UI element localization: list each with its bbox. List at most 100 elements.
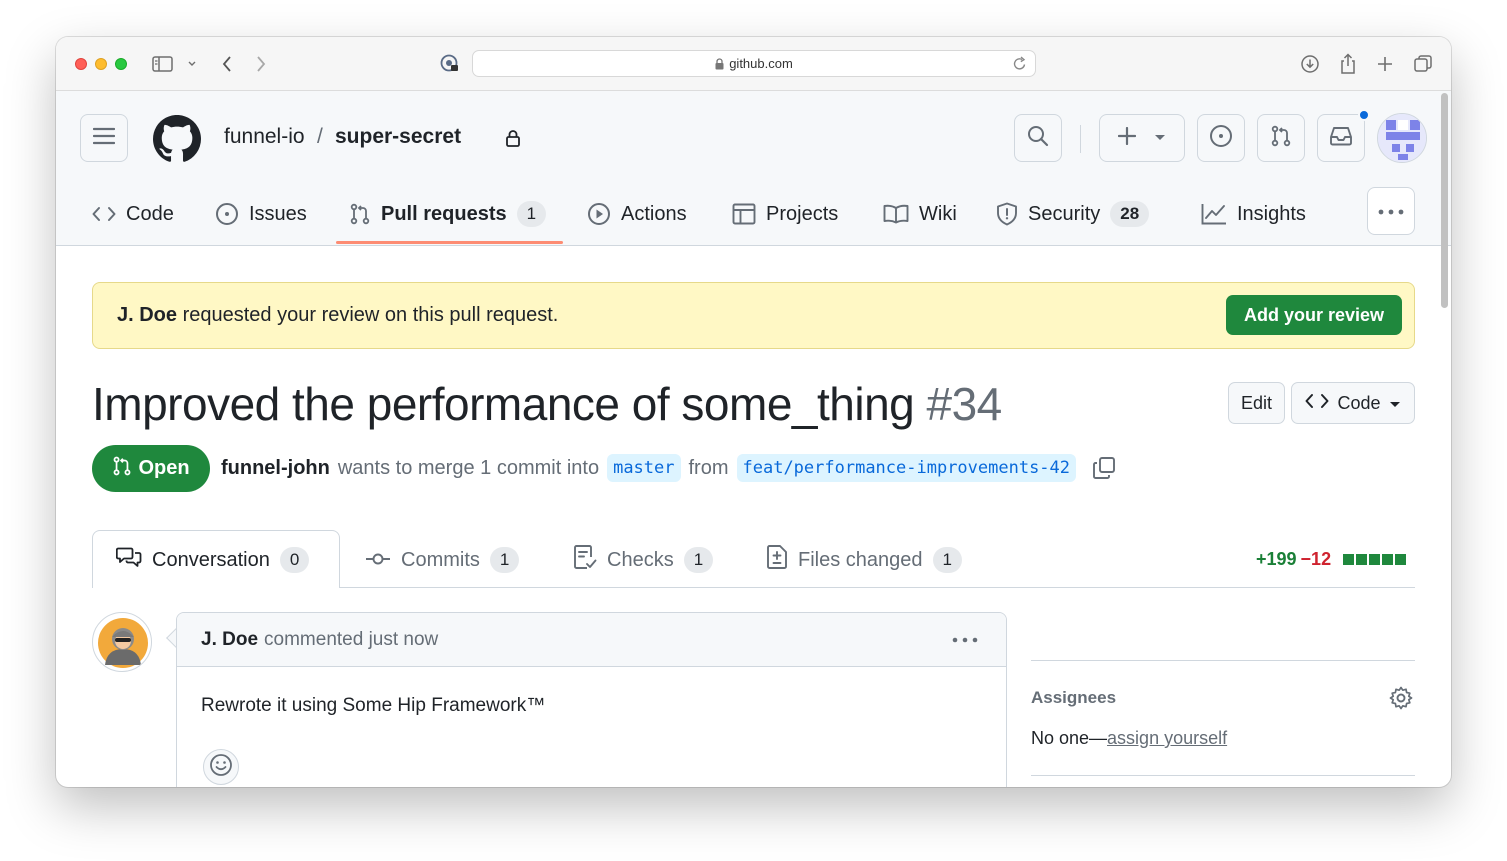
- tab-security[interactable]: Security 28: [996, 195, 1150, 233]
- address-bar[interactable]: github.com: [472, 50, 1036, 77]
- diff-block: [1356, 554, 1368, 565]
- base-branch[interactable]: master: [607, 454, 681, 482]
- share-icon[interactable]: [1335, 51, 1361, 77]
- repo-owner-link[interactable]: funnel-io: [224, 125, 305, 149]
- git-pull-request-icon: [349, 203, 371, 225]
- merge-text: wants to merge 1 commit into: [337, 456, 600, 479]
- inbox-button[interactable]: [1317, 109, 1370, 162]
- repo-header: funnel-io / super-secret Code Issues Pul…: [56, 91, 1451, 246]
- assign-yourself-link[interactable]: assign yourself: [1107, 728, 1227, 748]
- user-avatar[interactable]: [1377, 113, 1427, 163]
- tab-commits[interactable]: Commits 1: [365, 545, 520, 575]
- tab-actions[interactable]: Actions: [587, 195, 687, 233]
- tab-conversation-label: Conversation: [152, 548, 270, 571]
- tab-code[interactable]: Code: [92, 195, 174, 233]
- tab-checks[interactable]: Checks 1: [573, 544, 714, 576]
- tab-files-changed[interactable]: Files changed 1: [766, 545, 962, 575]
- tab-issues[interactable]: Issues: [215, 195, 307, 233]
- code-button-label: Code: [1337, 392, 1381, 413]
- active-tab-indicator: [336, 241, 563, 244]
- tab-pull-requests[interactable]: Pull requests 1: [349, 195, 547, 233]
- issues-button[interactable]: [1197, 114, 1245, 162]
- search-button[interactable]: [1014, 114, 1062, 162]
- url-text: github.com: [729, 56, 793, 71]
- assignees-value: No one—assign yourself: [1031, 728, 1227, 749]
- comment-box: J. Doe commented just now Rewrote it usi…: [176, 612, 1007, 787]
- play-icon: [587, 202, 611, 226]
- plus-icon: [1117, 126, 1137, 150]
- menu-button[interactable]: [80, 114, 128, 162]
- new-tab-icon[interactable]: [1372, 51, 1398, 77]
- sidebar-divider: [1031, 660, 1415, 661]
- sidebar-divider: [1031, 775, 1415, 776]
- issue-opened-icon: [1209, 124, 1233, 153]
- minimize-window-button[interactable]: [95, 58, 107, 70]
- triangle-down-icon: [1389, 393, 1401, 414]
- private-lock-icon: [505, 129, 521, 153]
- checks-counter: 1: [683, 547, 714, 573]
- close-window-button[interactable]: [75, 58, 87, 70]
- reload-icon[interactable]: [1013, 56, 1027, 71]
- smiley-icon: [209, 753, 233, 782]
- browser-toolbar: github.com: [56, 37, 1451, 91]
- tab-issues-label: Issues: [249, 202, 307, 225]
- code-dropdown-button[interactable]: Code: [1291, 382, 1415, 424]
- comment-author[interactable]: J. Doe: [201, 629, 258, 651]
- more-nav-button[interactable]: [1367, 187, 1415, 235]
- tab-checks-label: Checks: [607, 548, 674, 571]
- file-diff-icon: [766, 544, 788, 576]
- pr-author-link[interactable]: funnel-john: [221, 457, 330, 480]
- security-counter: 28: [1110, 201, 1150, 227]
- copy-icon[interactable]: [1092, 456, 1116, 480]
- book-icon: [883, 204, 909, 224]
- tab-projects-label: Projects: [766, 202, 839, 225]
- review-request-banner: J. Doe requested your review on this pul…: [92, 282, 1415, 349]
- edit-button[interactable]: Edit: [1228, 382, 1285, 424]
- add-review-button[interactable]: Add your review: [1225, 295, 1402, 335]
- create-new-button[interactable]: [1099, 114, 1185, 162]
- github-logo-icon[interactable]: [153, 115, 201, 168]
- tab-commits-label: Commits: [401, 548, 480, 571]
- zoom-window-button[interactable]: [115, 58, 127, 70]
- checklist-icon: [573, 544, 597, 576]
- back-icon[interactable]: [214, 51, 240, 77]
- diffstat-blocks: [1343, 554, 1407, 565]
- scrollbar[interactable]: [1441, 93, 1448, 308]
- sidebar-toggle-icon[interactable]: [150, 51, 176, 77]
- tab-wiki-label: Wiki: [919, 202, 957, 225]
- pr-state-badge: Open: [92, 445, 210, 492]
- inbox-icon: [1329, 126, 1353, 151]
- diffstat: +199 −12: [1256, 549, 1407, 570]
- browser-window: github.com funnel-io / super-secret Code…: [56, 37, 1451, 787]
- download-icon[interactable]: [1297, 51, 1323, 77]
- tab-projects[interactable]: Projects: [732, 195, 838, 233]
- tab-security-label: Security: [1028, 202, 1101, 225]
- breadcrumb-separator: /: [317, 125, 323, 148]
- tab-overview-icon[interactable]: [1410, 51, 1436, 77]
- comment-options-icon[interactable]: [952, 627, 978, 659]
- git-pull-request-icon: [1270, 125, 1292, 152]
- tab-insights[interactable]: Insights: [1201, 195, 1306, 233]
- pr-state-label: Open: [138, 457, 190, 479]
- comment-meta: commented just now: [264, 628, 439, 650]
- forward-icon[interactable]: [248, 51, 274, 77]
- graph-icon: [1201, 203, 1227, 225]
- tab-conversation[interactable]: Conversation 0: [115, 545, 310, 575]
- chevron-down-icon[interactable]: [179, 51, 205, 77]
- lock-icon: [715, 57, 724, 70]
- tab-wiki[interactable]: Wiki: [883, 195, 957, 233]
- head-branch[interactable]: feat/performance-improvements-42: [736, 454, 1077, 482]
- diff-block: [1382, 554, 1394, 565]
- merge-description: funnel-john wants to merge 1 commit into…: [221, 454, 1116, 482]
- hamburger-icon: [92, 127, 116, 150]
- comment-author-avatar[interactable]: [92, 612, 152, 672]
- pull-requests-button[interactable]: [1257, 114, 1305, 162]
- privacy-report-icon[interactable]: [437, 51, 463, 77]
- kebab-horizontal-icon: [1378, 202, 1404, 220]
- add-reaction-button[interactable]: [203, 749, 239, 785]
- pull-requests-counter: 1: [516, 201, 547, 227]
- gear-icon[interactable]: [1389, 686, 1413, 715]
- assignees-title[interactable]: Assignees: [1031, 688, 1116, 708]
- commits-counter: 1: [489, 547, 520, 573]
- repo-name-link[interactable]: super-secret: [335, 125, 461, 149]
